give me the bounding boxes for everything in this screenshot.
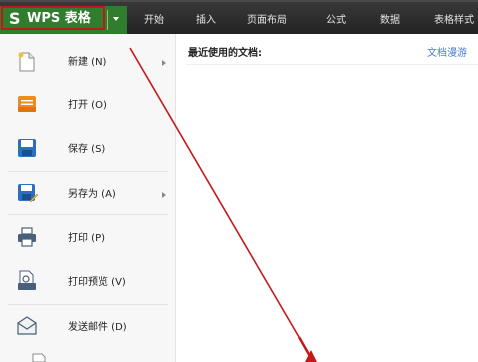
menu-item-open[interactable]: 打开 (O)	[0, 82, 176, 126]
tab-table-styles[interactable]: 表格样式	[434, 15, 474, 27]
menu-item-label: 另存为 (A)	[68, 189, 116, 200]
tab-data[interactable]: 数据	[380, 15, 400, 27]
menu-item-label: 打开 (O)	[68, 100, 107, 111]
chevron-down-icon[interactable]	[113, 17, 119, 21]
menu-item-label: 打印预览 (V)	[68, 277, 126, 288]
open-folder-icon	[18, 96, 36, 112]
wps-window: S WPS 表格 开始 插入 页面布局 公式 数据 表格样式 新建 (N) 打开…	[0, 0, 478, 362]
menu-item-print-preview[interactable]: 打印预览 (V)	[0, 259, 176, 303]
menu-item-print[interactable]: 打印 (P)	[0, 215, 176, 259]
menu-item-label: 新建 (N)	[68, 57, 107, 68]
document-icon	[32, 353, 46, 362]
menu-bar: S WPS 表格 开始 插入 页面布局 公式 数据 表格样式	[0, 0, 478, 34]
tab-page-layout[interactable]: 页面布局	[247, 15, 287, 27]
menu-bar-top-edge	[0, 0, 478, 2]
tab-insert[interactable]: 插入	[196, 15, 216, 27]
app-button-divider	[107, 10, 108, 30]
menu-item-save[interactable]: 保存 (S)	[0, 126, 176, 170]
menu-item-label: 发送邮件 (D)	[68, 322, 127, 333]
recent-header-divider	[186, 64, 478, 65]
recent-documents-title: 最近使用的文档:	[188, 48, 262, 59]
save-as-icon	[18, 184, 38, 203]
print-preview-icon	[18, 270, 36, 290]
chevron-right-icon	[162, 60, 166, 66]
chevron-right-icon	[162, 192, 166, 198]
printer-icon	[18, 227, 36, 247]
menu-item-label: 打印 (P)	[68, 233, 106, 244]
tab-home[interactable]: 开始	[144, 15, 164, 27]
menu-item-save-as[interactable]: 另存为 (A)	[0, 170, 176, 214]
annotation-highlight-box	[1, 6, 105, 30]
new-document-icon	[18, 52, 35, 72]
tab-formulas[interactable]: 公式	[326, 15, 346, 27]
send-mail-icon	[17, 316, 37, 335]
menu-item-new[interactable]: 新建 (N)	[0, 40, 176, 84]
menu-item-label: 保存 (S)	[68, 144, 106, 155]
menu-item-send-mail[interactable]: 发送邮件 (D)	[0, 304, 176, 348]
document-roaming-link[interactable]: 文档漫游	[427, 48, 467, 60]
save-disk-icon	[18, 139, 36, 157]
